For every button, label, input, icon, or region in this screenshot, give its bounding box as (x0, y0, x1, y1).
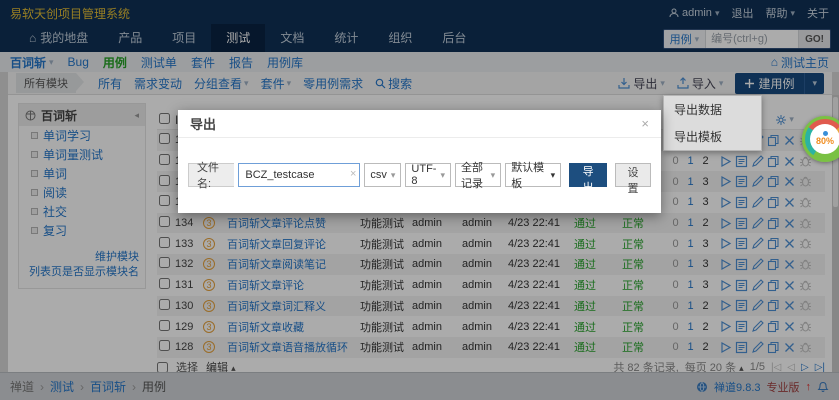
chevron-down-icon: ▾ (440, 170, 445, 181)
modal-title: 导出 (190, 114, 216, 133)
records-select[interactable]: 全部记录▾ (455, 163, 501, 187)
export-dropdown-menu: 导出数据 导出模板 (663, 95, 762, 151)
modal-export-button[interactable]: 导出 (569, 163, 607, 187)
encoding-select[interactable]: UTF-8▾ (405, 163, 451, 187)
widget-percent: 80% (805, 136, 839, 146)
close-icon[interactable]: × (641, 116, 649, 131)
modal-settings-button[interactable]: 设置 (615, 163, 651, 187)
filename-label: 文件名: (188, 163, 234, 187)
chevron-down-icon: ▾ (491, 170, 496, 181)
format-select[interactable]: csv▾ (364, 163, 401, 187)
export-modal: 导出 × 文件名: × csv▾ UTF-8▾ 全部记录▾ 默认模板▾ 导出 设… (178, 110, 661, 213)
filename-input[interactable] (238, 163, 360, 187)
menu-item-export-template[interactable]: 导出模板 (664, 123, 761, 150)
template-select[interactable]: 默认模板▾ (505, 163, 561, 187)
clear-icon[interactable]: × (350, 168, 356, 180)
caret-down-icon: ▾ (551, 170, 556, 181)
menu-item-export-data[interactable]: 导出数据 (664, 96, 761, 123)
chevron-down-icon: ▾ (391, 170, 396, 181)
